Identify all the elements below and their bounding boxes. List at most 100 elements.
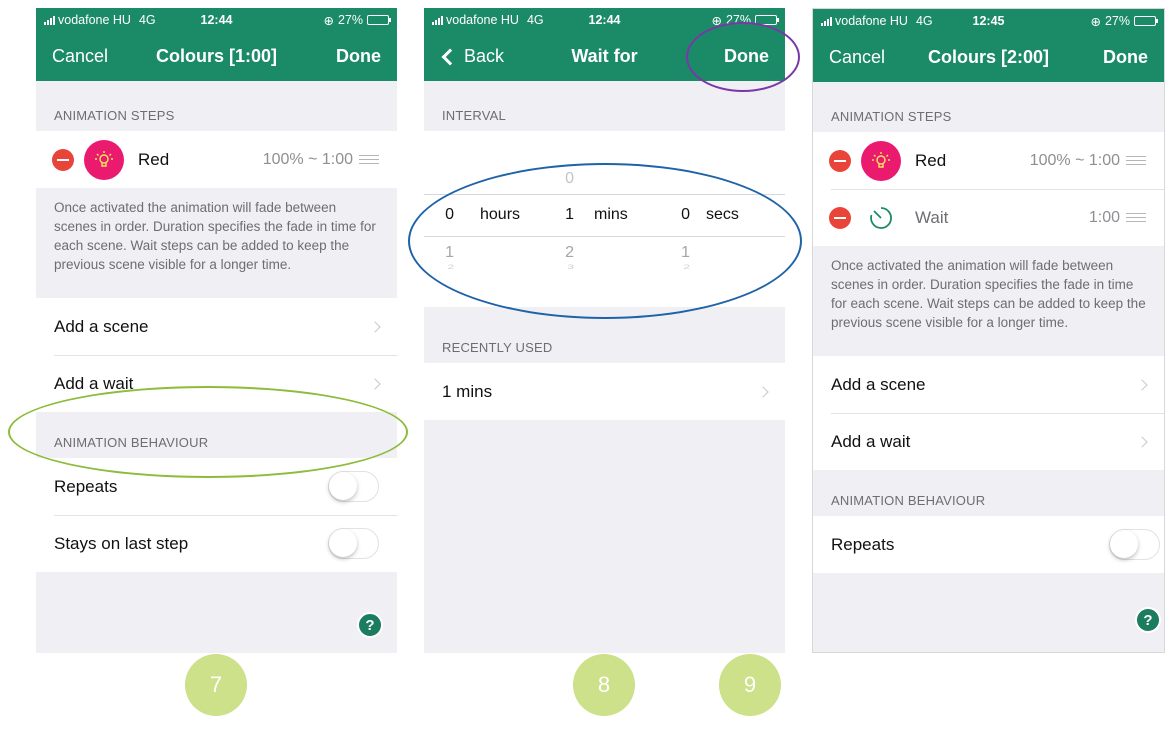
- back-label: Back: [464, 46, 505, 66]
- signal-icon: [432, 15, 443, 25]
- mins-option-above[interactable]: 0: [564, 170, 574, 188]
- animation-step-red[interactable]: Red 100% ~ 1:00: [813, 132, 1164, 189]
- chevron-right-icon: [369, 320, 381, 333]
- delete-step-icon[interactable]: [52, 148, 74, 171]
- bulb-icon: [861, 140, 901, 181]
- add-wait-label: Add a wait: [831, 431, 911, 451]
- cancel-button[interactable]: Cancel: [829, 47, 885, 68]
- done-button[interactable]: Done: [1103, 47, 1148, 68]
- help-button[interactable]: ?: [1135, 607, 1161, 633]
- repeats-row: Repeats: [36, 458, 397, 515]
- step-badge-7: 7: [185, 654, 247, 716]
- section-header-behaviour: ANIMATION BEHAVIOUR: [831, 493, 986, 508]
- rotation-lock-icon: ⊕: [711, 13, 722, 28]
- battery-percent: 27%: [337, 13, 363, 27]
- step-value: 100% ~ 1:00: [262, 150, 353, 168]
- battery-icon: [1134, 16, 1158, 26]
- mins-value[interactable]: 1: [562, 206, 574, 224]
- secs-value[interactable]: 0: [678, 206, 690, 224]
- recent-item-label: 1 mins: [442, 381, 493, 401]
- section-header-behaviour: ANIMATION BEHAVIOUR: [54, 435, 209, 450]
- done-button[interactable]: Done: [724, 46, 769, 67]
- reorder-handle-icon[interactable]: [359, 155, 379, 164]
- add-wait-label: Add a wait: [54, 373, 134, 393]
- add-scene-label: Add a scene: [54, 316, 149, 336]
- hours-option-below-2[interactable]: 2: [442, 263, 454, 271]
- back-button[interactable]: Back: [440, 46, 504, 67]
- step-badge-9: 9: [719, 654, 781, 716]
- rotation-lock-icon: ⊕: [1090, 14, 1101, 29]
- chevron-right-icon: [1136, 435, 1148, 448]
- page-title: Colours [1:00]: [155, 46, 278, 66]
- stays-last-step-row: Stays on last step: [36, 515, 397, 572]
- status-time: 12:45: [972, 14, 1005, 28]
- chevron-right-icon: [757, 385, 769, 398]
- nav-bar: Back Wait for Done: [424, 32, 785, 81]
- stays-last-step-toggle[interactable]: [328, 528, 379, 559]
- battery-percent: 27%: [1104, 14, 1130, 28]
- secs-label: secs: [706, 206, 739, 223]
- battery-percent: 27%: [725, 13, 751, 27]
- add-scene-row[interactable]: Add a scene: [36, 298, 397, 355]
- cancel-button[interactable]: Cancel: [52, 46, 108, 67]
- signal-icon: [44, 15, 55, 25]
- screen-colours-1: vodafone HU 4G 12:44 ⊕ 27% Cancel Colour…: [36, 8, 397, 653]
- steps-description: Once activated the animation will fade b…: [54, 200, 376, 272]
- chevron-right-icon: [1136, 378, 1148, 391]
- hours-value[interactable]: 0: [442, 206, 454, 224]
- network-label: 4G: [138, 13, 156, 27]
- section-header-interval: INTERVAL: [442, 108, 506, 123]
- step-value: 1:00: [1088, 208, 1120, 226]
- nav-bar: Cancel Colours [2:00] Done: [813, 33, 1164, 82]
- chevron-left-icon: [441, 48, 459, 65]
- interval-picker[interactable]: 0 0 hours 1 mins 0 secs 1 2 1 2 3 2: [424, 131, 785, 307]
- screen-colours-2: vodafone HU 4G 12:45 ⊕ 27% Cancel Colour…: [812, 8, 1165, 653]
- delete-step-icon[interactable]: [829, 149, 851, 172]
- reorder-handle-icon[interactable]: [1126, 213, 1146, 222]
- carrier-label: vodafone HU: [835, 14, 908, 28]
- add-wait-row[interactable]: Add a wait: [36, 355, 397, 412]
- repeats-toggle[interactable]: [328, 471, 379, 502]
- add-scene-label: Add a scene: [831, 374, 926, 394]
- page-title: Colours [2:00]: [927, 47, 1050, 67]
- stays-last-step-label: Stays on last step: [54, 533, 189, 553]
- chevron-right-icon: [369, 377, 381, 390]
- mins-option-below-2[interactable]: 3: [562, 263, 574, 271]
- status-time: 12:44: [588, 13, 621, 27]
- add-wait-row[interactable]: Add a wait: [813, 413, 1164, 470]
- status-time: 12:44: [200, 13, 233, 27]
- step-value: 100% ~ 1:00: [1029, 151, 1120, 169]
- battery-icon: [755, 15, 779, 25]
- battery-icon: [367, 15, 391, 25]
- help-button[interactable]: ?: [357, 612, 383, 638]
- animation-step-wait[interactable]: Wait 1:00: [813, 189, 1164, 246]
- mins-label: mins: [594, 206, 628, 223]
- section-header-steps: ANIMATION STEPS: [831, 109, 952, 124]
- nav-bar: Cancel Colours [1:00] Done: [36, 32, 397, 81]
- add-scene-row[interactable]: Add a scene: [813, 356, 1164, 413]
- page-title: Wait for: [571, 46, 638, 66]
- hours-label: hours: [480, 206, 521, 223]
- signal-icon: [821, 16, 832, 26]
- reorder-handle-icon[interactable]: [1126, 156, 1146, 165]
- section-header-recent: RECENTLY USED: [442, 340, 553, 355]
- status-bar: vodafone HU 4G 12:44 ⊕ 27%: [424, 8, 785, 32]
- carrier-label: vodafone HU: [446, 13, 519, 27]
- secs-option-below-2[interactable]: 2: [678, 263, 690, 271]
- step-name: Wait: [915, 207, 949, 227]
- status-bar: vodafone HU 4G 12:45 ⊕ 27%: [813, 9, 1164, 33]
- timer-icon: [861, 198, 901, 238]
- repeats-label: Repeats: [54, 476, 118, 496]
- network-label: 4G: [526, 13, 544, 27]
- repeats-toggle[interactable]: [1109, 529, 1160, 560]
- repeats-label: Repeats: [831, 534, 895, 554]
- done-button[interactable]: Done: [336, 46, 381, 67]
- carrier-label: vodafone HU: [58, 13, 131, 27]
- rotation-lock-icon: ⊕: [323, 13, 334, 28]
- bulb-icon: [84, 139, 124, 180]
- recent-item-row[interactable]: 1 mins: [424, 363, 785, 420]
- animation-step-red[interactable]: Red 100% ~ 1:00: [36, 131, 397, 188]
- repeats-row: Repeats: [813, 516, 1164, 573]
- delete-step-icon[interactable]: [829, 206, 851, 229]
- screen-wait-for: vodafone HU 4G 12:44 ⊕ 27% Back Wait for…: [424, 8, 785, 653]
